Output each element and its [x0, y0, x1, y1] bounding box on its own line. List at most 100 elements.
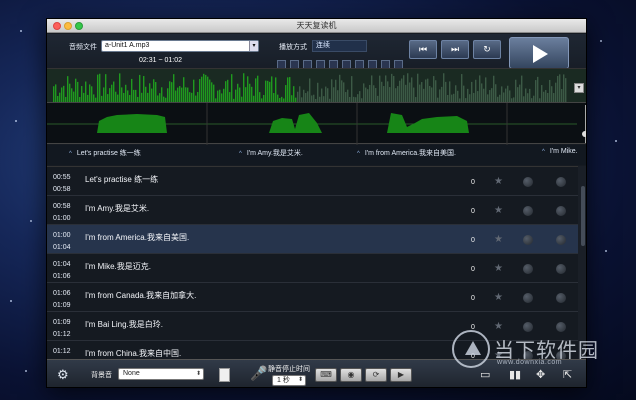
previous-button[interactable]: ⏮ [409, 40, 437, 59]
waveform-bar [275, 77, 277, 103]
row-repeat-count: 0 [471, 208, 475, 215]
sentence-marker-label: Let's practise 练一练 [76, 150, 141, 157]
waveform-bar [425, 79, 427, 103]
waveform-bar [519, 84, 521, 103]
row-end-time: 01:12 [53, 331, 71, 338]
waveform-bar [385, 75, 387, 103]
table-row[interactable]: 01:04 01:06 I'm Mike.我是迈克. 0 ★ [47, 254, 578, 283]
waveform-bar [99, 73, 101, 103]
waveform-bar [173, 74, 175, 103]
play-dot-icon[interactable] [556, 177, 566, 187]
play-dot-icon[interactable] [556, 293, 566, 303]
row-start-time: 01:09 [53, 319, 71, 326]
waveform-detail[interactable] [47, 102, 586, 145]
star-icon[interactable]: ★ [494, 263, 503, 274]
sentence-marker[interactable]: ^ Let's practise 练一练 [69, 148, 141, 158]
waveform-bar [417, 73, 419, 103]
next-button[interactable]: ⏭ [441, 40, 469, 59]
waveform-bar [549, 79, 551, 103]
waveform-bar [151, 88, 153, 103]
waveform-bar [321, 88, 323, 103]
sentence-marker[interactable]: ^ I'm from America.我来自美国. [357, 148, 456, 158]
waveform-bar [365, 87, 367, 103]
star-icon[interactable]: ★ [494, 176, 503, 187]
waveform-bar [317, 82, 319, 103]
gear-icon[interactable]: ⚙ [57, 367, 69, 383]
waveform-bar [109, 88, 111, 103]
background-audio-select[interactable]: None ⬍ [118, 368, 204, 380]
star-decoration [25, 370, 27, 372]
table-row-selected[interactable]: 01:00 01:04 I'm from America.我来自美国. 0 ★ [47, 225, 578, 254]
waveform-bar [407, 73, 409, 103]
waveform-bar [379, 75, 381, 103]
waveform-bar [269, 81, 271, 103]
waveform-bar [419, 84, 421, 103]
chevron-down-icon[interactable]: ▾ [574, 83, 584, 93]
waveform-bar [61, 87, 63, 103]
waveform-bar [139, 74, 141, 103]
record-dot-icon[interactable] [523, 177, 533, 187]
waveform-bar [559, 74, 561, 103]
waveform-bar [541, 85, 543, 103]
eye-icon: ◉ [347, 370, 355, 379]
waveform-bar [411, 77, 413, 103]
play-dot-icon[interactable] [556, 264, 566, 274]
row-end-time: 01:09 [53, 302, 71, 309]
waveform-bar [427, 78, 429, 103]
waveform-bar [75, 78, 77, 103]
waveform-bar [389, 87, 391, 103]
waveform-bar [153, 79, 155, 103]
chevron-up-icon: ^ [357, 151, 360, 157]
repeat-button[interactable]: ↻ [473, 40, 501, 59]
loop-button[interactable]: ⟳ [365, 368, 387, 382]
waveform-bar [449, 81, 451, 103]
record-dot-icon[interactable] [523, 264, 533, 274]
waveform-bar [227, 79, 229, 103]
waveform-bar [461, 74, 463, 103]
play-dot-icon[interactable] [556, 235, 566, 245]
microphone-icon[interactable]: 🎤 [250, 365, 267, 382]
waveform-bar [521, 75, 523, 103]
file-label: 音频文件 [69, 44, 97, 51]
waveform-bar [293, 86, 295, 103]
star-icon[interactable]: ★ [494, 292, 503, 303]
play-mode-select[interactable]: 连续 [312, 40, 367, 52]
row-sentence: I'm from Canada.我来自加拿大. [85, 291, 197, 300]
waveform-bar [255, 78, 257, 103]
record-dot-icon[interactable] [523, 235, 533, 245]
record-dot-icon[interactable] [523, 206, 533, 216]
silence-stop-select[interactable]: 1 秒 ⬍ [272, 375, 306, 386]
waveform-overview[interactable]: ▾ [47, 68, 586, 103]
waveform-bar [463, 85, 465, 103]
audio-file-select[interactable]: a-Unit1 A.mp3 ▾ [101, 40, 259, 52]
keyboard-button[interactable]: ⌨ [315, 368, 337, 382]
play-icon: ▶ [397, 370, 405, 379]
waveform-bar [331, 79, 333, 103]
play-dot-icon[interactable] [556, 206, 566, 216]
record-dot-icon[interactable] [523, 293, 533, 303]
star-icon[interactable]: ★ [494, 205, 503, 216]
table-row[interactable]: 01:06 01:09 I'm from Canada.我来自加拿大. 0 ★ [47, 283, 578, 312]
table-row[interactable]: 00:58 01:00 I'm Amy.我是艾米. 0 ★ [47, 196, 578, 225]
waveform-bar [471, 81, 473, 103]
waveform-bar [205, 74, 207, 103]
waveform-bar [145, 86, 147, 103]
play-button[interactable] [509, 37, 569, 69]
document-icon[interactable] [219, 368, 230, 382]
volume-slider-knob[interactable] [582, 131, 586, 137]
waveform-bar [441, 86, 443, 103]
scrollbar-thumb[interactable] [581, 186, 585, 246]
waveform-bar [53, 86, 55, 103]
waveform-bar [131, 78, 133, 103]
sentence-marker[interactable]: ^ I'm Mike. [542, 148, 578, 155]
star-icon[interactable]: ★ [494, 234, 503, 245]
waveform-bar [481, 83, 483, 103]
row-sentence: Let's practise 练一练 [85, 175, 159, 184]
play-small-button[interactable]: ▶ [390, 368, 412, 382]
row-start-time: 00:58 [53, 203, 71, 210]
sentence-marker[interactable]: ^ I'm Amy.我是艾米. [239, 148, 303, 158]
table-row[interactable]: 00:55 00:58 Let's practise 练一练 0 ★ [47, 167, 578, 196]
chevron-down-icon: ▾ [249, 41, 258, 51]
waveform-bar [537, 76, 539, 103]
eye-button[interactable]: ◉ [340, 368, 362, 382]
